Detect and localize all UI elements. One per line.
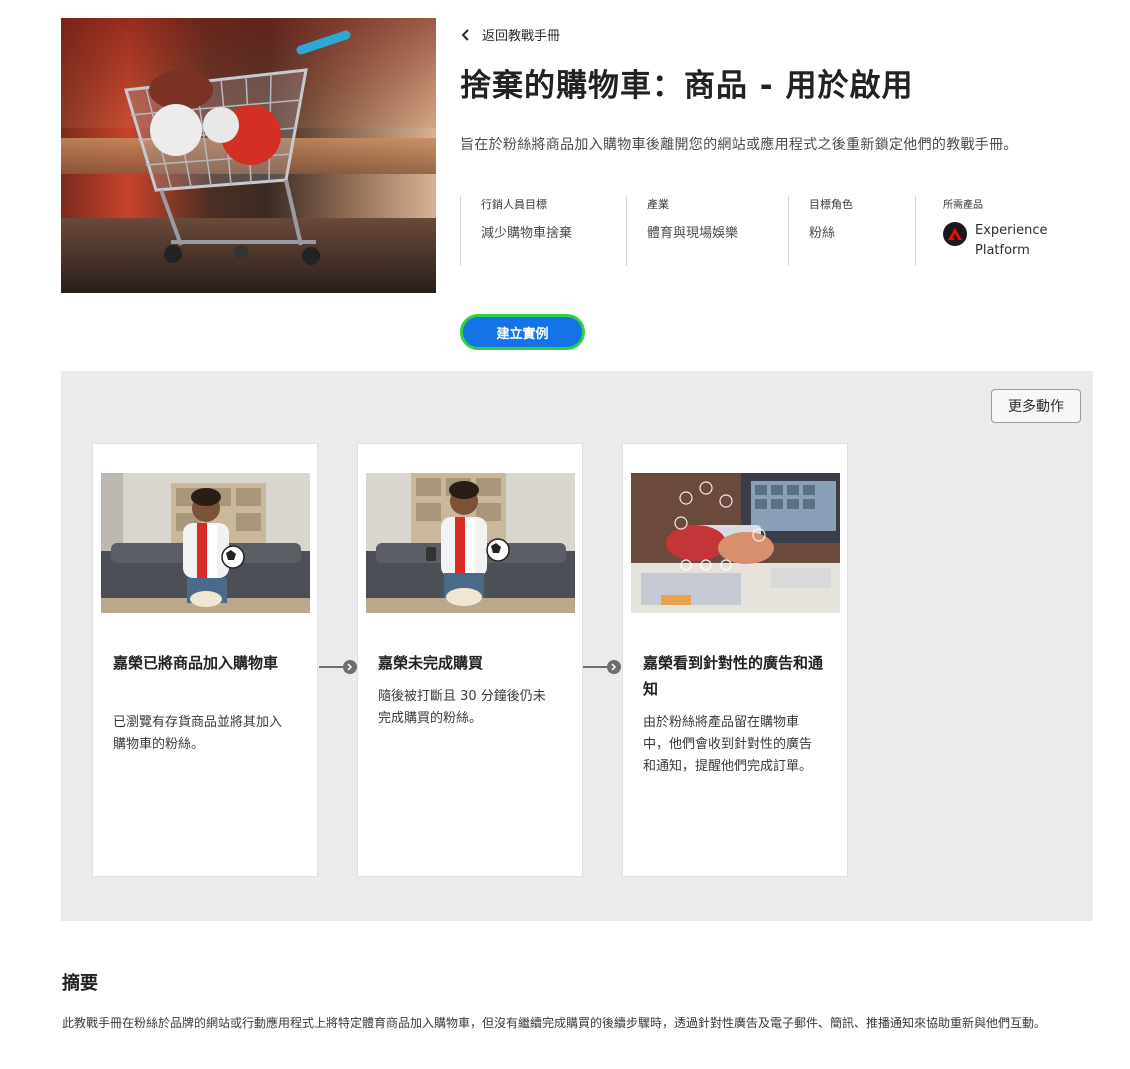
meta-required-products: 所需產品 Experience Platform <box>915 196 1055 266</box>
meta-target-role: 目標角色 粉絲 <box>788 196 914 266</box>
meta-marketer-goal: 行銷人員目標 減少購物車捨棄 <box>460 196 625 266</box>
journey-panel: 更多動作 嘉榮已將商品加入購物車 已瀏覽有存貨商品並將其加入購物車的粉絲。 嘉榮… <box>61 371 1093 921</box>
journey-step-card: 嘉榮看到針對性的廣告和通知 由於粉絲將產品留在購物車中，他們會收到針對性的廣告和… <box>622 443 848 877</box>
shopping-cart-illustration <box>124 30 351 265</box>
step-title: 嘉榮已將商品加入購物車 <box>113 654 279 672</box>
meta-label: 目標角色 <box>809 198 853 211</box>
hero-image <box>61 18 436 293</box>
journey-step-card: 嘉榮已將商品加入購物車 已瀏覽有存貨商品並將其加入購物車的粉絲。 <box>92 443 318 877</box>
meta-label: 所需產品 <box>943 200 983 211</box>
step-title: 嘉榮未完成購買 <box>378 654 484 672</box>
journey-step-card: 嘉榮未完成購買 隨後被打斷且 30 分鐘後仍未完成購買的粉絲。 <box>357 443 583 877</box>
adobe-logo-icon <box>943 222 967 246</box>
back-link-label: 返回教戰手冊 <box>482 29 561 44</box>
chevron-right-icon <box>607 660 621 674</box>
create-instance-button[interactable]: 建立實例 <box>460 314 585 350</box>
page-title: 捨棄的購物車：商品 - 用於啟用 <box>460 68 914 104</box>
step-description: 已瀏覽有存貨商品並將其加入購物車的粉絲。 <box>113 715 283 752</box>
step-description: 由於粉絲將產品留在購物車中，他們會收到針對性的廣告和通知，提醒他們完成訂單。 <box>643 715 813 774</box>
summary-heading: 摘要 <box>62 973 98 994</box>
meta-label: 產業 <box>647 198 669 211</box>
summary-text: 此教戰手冊在粉絲於品牌的網站或行動應用程式上將特定體育商品加入購物車，但沒有繼續… <box>62 1016 1047 1030</box>
step-connector <box>319 660 357 674</box>
meta-label: 行銷人員目標 <box>481 198 547 211</box>
step-description: 隨後被打斷且 30 分鐘後仍未完成購買的粉絲。 <box>378 689 546 726</box>
chevron-right-icon <box>343 660 357 674</box>
step-connector <box>583 660 621 674</box>
fan-on-phone-photo <box>366 473 575 613</box>
product-name: Experience Platform <box>975 223 1048 258</box>
meta-value: 體育與現場娛樂 <box>647 226 739 241</box>
meta-industry: 產業 體育與現場娛樂 <box>626 196 786 266</box>
page-description: 旨在於粉絲將商品加入購物車後離開您的網站或應用程式之後重新鎖定他們的教戰手冊。 <box>460 137 1018 153</box>
fan-cheering-photo <box>101 473 310 613</box>
meta-value: 減少購物車捨棄 <box>481 226 573 241</box>
back-to-playbooks-link[interactable]: 返回教戰手冊 <box>460 25 560 44</box>
targeted-ads-photo <box>631 473 840 613</box>
product-item: Experience Platform <box>943 221 1055 261</box>
meta-value: 粉絲 <box>809 226 836 241</box>
more-actions-button[interactable]: 更多動作 <box>991 389 1081 423</box>
step-title: 嘉榮看到針對性的廣告和通知 <box>643 654 824 698</box>
chevron-left-icon <box>461 28 469 41</box>
